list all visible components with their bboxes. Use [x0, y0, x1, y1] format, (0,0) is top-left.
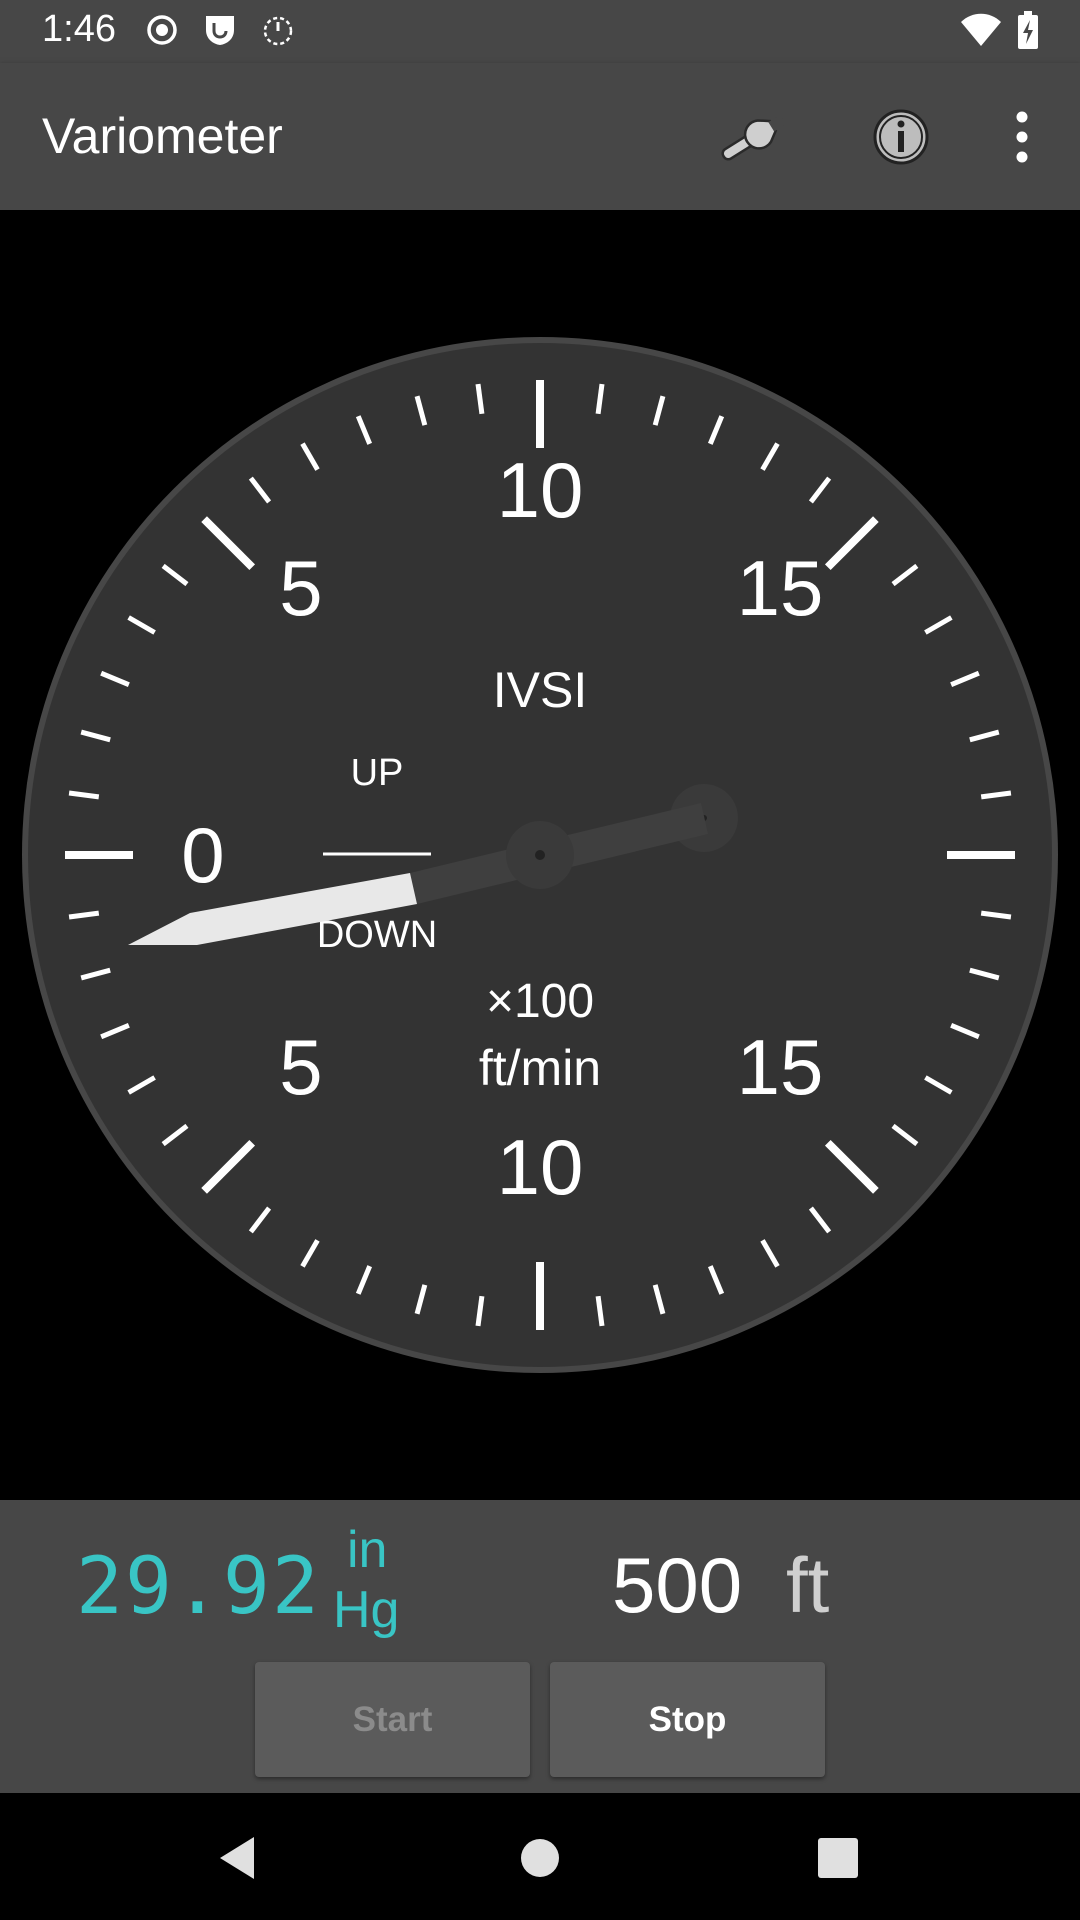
- more-vert-icon: [1016, 111, 1028, 163]
- app-bar: Variometer: [0, 63, 1080, 210]
- recents-icon: [818, 1838, 858, 1878]
- settings-button[interactable]: [712, 95, 796, 179]
- scale-label-up-10: 10: [497, 446, 584, 534]
- wifi-icon: [961, 13, 1001, 46]
- start-button[interactable]: Start: [255, 1662, 530, 1777]
- overflow-menu-button[interactable]: [980, 95, 1064, 179]
- unit-label: ft/min: [479, 1040, 601, 1096]
- altitude-value: 500: [612, 1541, 743, 1629]
- scale-label-zero: 0: [181, 811, 224, 899]
- shield-icon: [206, 16, 234, 45]
- back-button[interactable]: [194, 1813, 284, 1903]
- status-bar: 1:46: [0, 0, 1080, 63]
- timer-icon: [263, 16, 293, 46]
- wrench-icon: [721, 114, 787, 161]
- back-icon: [220, 1837, 254, 1879]
- baro-setting-value[interactable]: 29.92: [76, 1542, 321, 1632]
- ivsi-gauge: 10 5 15 0 5 15 10 IVSI UP DOWN ×100 ft/m…: [22, 337, 1058, 1373]
- info-icon: [873, 109, 929, 165]
- scale-label-down-5: 5: [279, 1023, 322, 1111]
- scale-label-up-5: 5: [279, 544, 322, 632]
- home-button[interactable]: [495, 1813, 585, 1903]
- record-icon: [147, 15, 177, 45]
- recents-button[interactable]: [793, 1813, 883, 1903]
- battery-charging-icon: [1018, 11, 1038, 49]
- navigation-bar: [0, 1793, 1080, 1920]
- baro-unit-line1: in: [347, 1521, 388, 1579]
- scale-label-down-10: 10: [497, 1123, 584, 1211]
- up-label: UP: [351, 752, 404, 794]
- scale-label-down-15: 15: [737, 1023, 824, 1111]
- multiplier-label: ×100: [486, 975, 594, 1028]
- scale-label-up-15: 15: [737, 544, 824, 632]
- readout-panel: 29.92 in Hg 500 ft Start Stop: [0, 1500, 1080, 1793]
- status-time: 1:46: [42, 8, 116, 50]
- altitude-unit: ft: [786, 1541, 830, 1629]
- info-button[interactable]: [859, 95, 943, 179]
- home-icon: [521, 1839, 559, 1877]
- baro-unit-line2: Hg: [333, 1581, 400, 1639]
- stop-button[interactable]: Stop: [550, 1662, 825, 1777]
- gauge-title: IVSI: [493, 662, 587, 718]
- app-title: Variometer: [42, 108, 283, 164]
- down-label: DOWN: [317, 914, 437, 956]
- gauge-area: 10 5 15 0 5 15 10 IVSI UP DOWN ×100 ft/m…: [0, 210, 1080, 1500]
